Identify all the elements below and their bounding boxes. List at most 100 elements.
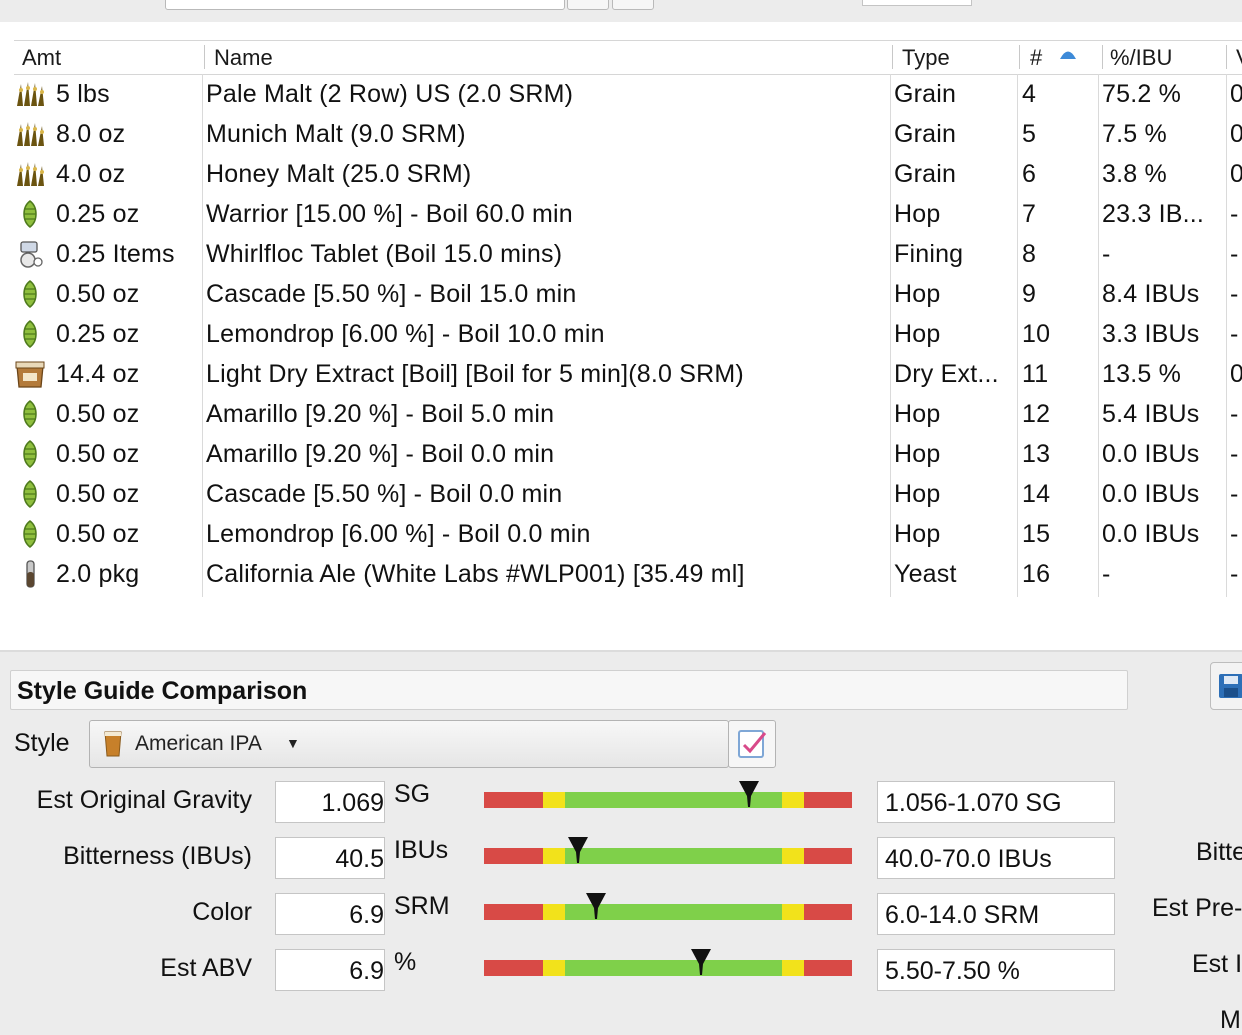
column-header-amt[interactable]: Amt — [22, 45, 61, 71]
number-cell: 12 — [1022, 400, 1051, 428]
type-cell: Hop — [894, 320, 941, 348]
bar-in-range — [565, 848, 782, 864]
recipe-name-field[interactable] — [165, 0, 565, 10]
v-cell: - — [1230, 560, 1239, 588]
toolbar-field[interactable] — [862, 0, 972, 6]
column-header-type[interactable]: Type — [902, 45, 950, 71]
number-cell: 10 — [1022, 320, 1051, 348]
name-cell: Munich Malt (9.0 SRM) — [206, 120, 466, 148]
table-row[interactable]: 0.25 oz Warrior [15.00 %] - Boil 60.0 min… — [14, 194, 1242, 234]
number-cell: 6 — [1022, 160, 1037, 188]
amount-cell: 0.25 oz — [56, 200, 140, 228]
style-select-value: American IPA — [135, 732, 262, 755]
column-divider[interactable] — [204, 45, 205, 69]
type-cell: Grain — [894, 120, 957, 148]
table-row[interactable]: 0.25 Items Whirlfloc Tablet (Boil 15.0 mi… — [14, 234, 1242, 274]
hop-icon — [14, 200, 46, 228]
style-check-button[interactable] — [728, 720, 776, 768]
number-cell: 8 — [1022, 240, 1037, 268]
toolbar-button-1[interactable] — [567, 0, 609, 10]
bar-warning-high — [782, 904, 804, 920]
sort-ascending-icon — [1060, 51, 1076, 59]
style-range-value: 5.50-7.50 % — [885, 957, 1020, 985]
bar-warning-low — [543, 792, 565, 808]
table-row[interactable]: 0.50 oz Amarillo [9.20 %] - Boil 0.0 min H… — [14, 434, 1242, 474]
table-row[interactable]: 0.25 oz Lemondrop [6.00 %] - Boil 10.0 mi… — [14, 314, 1242, 354]
style-range-field: 1.056-1.070 SG — [877, 781, 1115, 823]
type-cell: Grain — [894, 160, 957, 188]
table-row[interactable]: 8.0 oz Munich Malt (9.0 SRM) Grain 5 7.5 % 0 — [14, 114, 1242, 154]
number-cell: 15 — [1022, 520, 1051, 548]
pct-ibu-cell: 7.5 % — [1102, 120, 1167, 148]
column-header-number[interactable]: # — [1030, 45, 1042, 71]
amount-cell: 0.50 oz — [56, 400, 140, 428]
v-cell: - — [1230, 520, 1239, 548]
v-cell: - — [1230, 440, 1239, 468]
extract-icon — [14, 360, 46, 388]
style-range-bar — [484, 792, 852, 808]
column-divider[interactable] — [892, 45, 893, 69]
bar-warning-high — [782, 848, 804, 864]
number-cell: 13 — [1022, 440, 1051, 468]
stat-value-field[interactable]: 6.9 — [275, 949, 385, 991]
column-divider[interactable] — [1226, 45, 1227, 69]
amount-cell: 14.4 oz — [56, 360, 140, 388]
save-button[interactable] — [1210, 662, 1242, 710]
amount-cell: 5 lbs — [56, 80, 110, 108]
pct-ibu-cell: 8.4 IBUs — [1102, 280, 1200, 308]
amount-cell: 0.50 oz — [56, 440, 140, 468]
table-row[interactable]: 0.50 oz Amarillo [9.20 %] - Boil 5.0 min H… — [14, 394, 1242, 434]
stat-value: 6.9 — [349, 957, 384, 985]
type-cell: Hop — [894, 400, 941, 428]
table-row[interactable]: 5 lbs Pale Malt (2 Row) US (2.0 SRM) Grain… — [14, 74, 1242, 114]
stat-unit: % — [394, 948, 417, 976]
number-cell: 5 — [1022, 120, 1037, 148]
stat-label: Est Original Gravity — [36, 786, 252, 814]
style-guide-title: Style Guide Comparison — [17, 677, 308, 705]
v-cell: - — [1230, 320, 1239, 348]
number-cell: 14 — [1022, 480, 1051, 508]
table-row[interactable]: 14.4 oz Light Dry Extract [Boil] [Boil fo… — [14, 354, 1242, 394]
table-row[interactable]: 4.0 oz Honey Malt (25.0 SRM) Grain 6 3.8 % 0 — [14, 154, 1242, 194]
table-row[interactable]: 0.50 oz Lemondrop [6.00 %] - Boil 0.0 min… — [14, 514, 1242, 554]
type-cell: Hop — [894, 200, 941, 228]
column-header-v[interactable]: V — [1236, 45, 1242, 71]
hop-icon — [14, 520, 46, 548]
name-cell: Cascade [5.50 %] - Boil 0.0 min — [206, 480, 563, 508]
stat-value-field[interactable]: 40.5 — [275, 837, 385, 879]
style-select[interactable]: American IPA ▼ — [89, 720, 729, 768]
amount-cell: 0.50 oz — [56, 280, 140, 308]
table-row[interactable]: 0.50 oz Cascade [5.50 %] - Boil 0.0 min Ho… — [14, 474, 1242, 514]
ingredients-table-body: 5 lbs Pale Malt (2 Row) US (2.0 SRM) Grain… — [14, 74, 1242, 597]
type-cell: Hop — [894, 280, 941, 308]
style-guide-header: Style Guide Comparison — [10, 670, 1128, 710]
style-range-value: 40.0-70.0 IBUs — [885, 845, 1052, 873]
column-header-pct-ibu[interactable]: %/IBU — [1110, 45, 1172, 71]
table-row[interactable]: 0.50 oz Cascade [5.50 %] - Boil 15.0 min H… — [14, 274, 1242, 314]
toolbar-button-2[interactable] — [612, 0, 654, 10]
chevron-down-icon: ▼ — [286, 735, 300, 751]
type-cell: Hop — [894, 440, 941, 468]
style-range-value: 6.0-14.0 SRM — [885, 901, 1040, 929]
hop-icon — [14, 400, 46, 428]
column-header-name[interactable]: Name — [214, 45, 273, 71]
hop-icon — [14, 440, 46, 468]
amount-cell: 2.0 pkg — [56, 560, 140, 588]
bar-warning-high — [782, 792, 804, 808]
stat-value-field[interactable]: 6.9 — [275, 893, 385, 935]
right-panel-label: M — [1220, 1006, 1241, 1034]
stat-value-field[interactable]: 1.069 — [275, 781, 385, 823]
name-cell: Lemondrop [6.00 %] - Boil 10.0 min — [206, 320, 605, 348]
type-cell: Hop — [894, 520, 941, 548]
column-divider[interactable] — [1019, 45, 1020, 69]
name-cell: Pale Malt (2 Row) US (2.0 SRM) — [206, 80, 574, 108]
v-cell: - — [1230, 400, 1239, 428]
fining-icon — [14, 240, 46, 268]
table-row[interactable]: 2.0 pkg California Ale (White Labs #WLP00… — [14, 554, 1242, 594]
bar-warning-low — [543, 960, 565, 976]
column-divider[interactable] — [1102, 45, 1103, 69]
type-cell: Hop — [894, 480, 941, 508]
name-cell: Light Dry Extract [Boil] [Boil for 5 min… — [206, 360, 744, 388]
v-cell: - — [1230, 240, 1239, 268]
range-marker-icon — [585, 892, 607, 920]
